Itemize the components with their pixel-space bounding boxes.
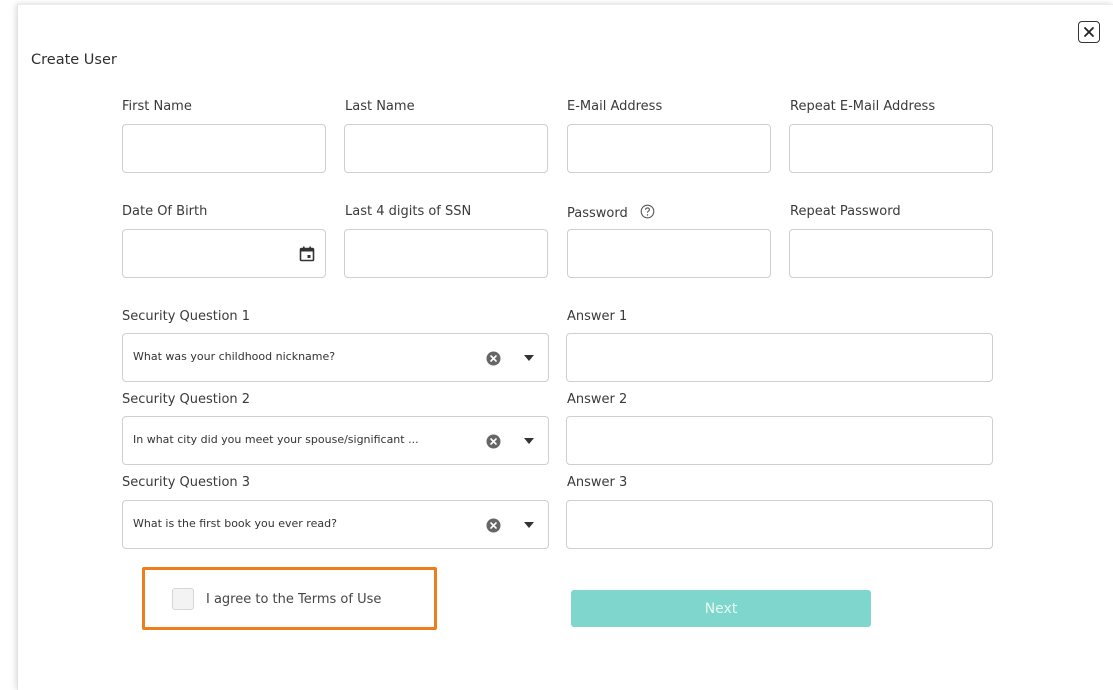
dob-input[interactable] <box>122 229 326 278</box>
security-question-2-select[interactable]: In what city did you meet your spouse/si… <box>122 416 549 465</box>
email-input[interactable] <box>567 124 771 173</box>
security-question-1-select[interactable]: What was your childhood nickname? <box>122 333 549 382</box>
email-label: E-Mail Address <box>567 99 663 114</box>
last-name-label: Last Name <box>345 99 415 114</box>
repeat-email-label: Repeat E-Mail Address <box>790 99 936 114</box>
security-question-2-label: Security Question 2 <box>122 392 251 407</box>
repeat-password-input[interactable] <box>789 229 993 278</box>
close-button[interactable] <box>1078 21 1100 43</box>
security-question-1-value: What was your childhood nickname? <box>133 350 336 363</box>
repeat-password-label: Repeat Password <box>790 204 901 219</box>
repeat-email-input[interactable] <box>789 124 993 173</box>
security-question-3-label: Security Question 3 <box>122 475 251 490</box>
answer-3-input[interactable] <box>566 500 993 549</box>
last-name-input[interactable] <box>344 124 548 173</box>
chevron-down-icon[interactable] <box>524 355 534 361</box>
clear-icon[interactable] <box>486 351 501 366</box>
ssn-label: Last 4 digits of SSN <box>345 204 472 219</box>
security-question-3-value: What is the first book you ever read? <box>133 517 337 530</box>
answer-2-input[interactable] <box>566 416 993 465</box>
terms-checkbox[interactable] <box>172 588 194 610</box>
dob-label: Date Of Birth <box>122 204 208 219</box>
chevron-down-icon[interactable] <box>524 522 534 528</box>
calendar-icon[interactable] <box>299 246 315 262</box>
answer-1-label: Answer 1 <box>567 309 628 324</box>
password-input[interactable] <box>567 229 771 278</box>
password-label: Password <box>567 206 628 221</box>
terms-label[interactable]: I agree to the Terms of Use <box>206 592 381 607</box>
close-icon <box>1084 27 1094 37</box>
answer-2-label: Answer 2 <box>567 392 628 407</box>
answer-1-input[interactable] <box>566 333 993 382</box>
next-button[interactable]: Next <box>571 590 871 627</box>
security-question-2-value: In what city did you meet your spouse/si… <box>133 433 419 446</box>
modal-title: Create User <box>31 52 117 68</box>
ssn-input[interactable] <box>344 229 548 278</box>
first-name-label: First Name <box>122 99 192 114</box>
security-question-1-label: Security Question 1 <box>122 309 251 324</box>
answer-3-label: Answer 3 <box>567 475 628 490</box>
terms-highlight: I agree to the Terms of Use <box>142 567 437 630</box>
chevron-down-icon[interactable] <box>524 438 534 444</box>
clear-icon[interactable] <box>486 434 501 449</box>
password-label-wrap: Password <box>567 204 655 221</box>
clear-icon[interactable] <box>486 518 501 533</box>
security-question-3-select[interactable]: What is the first book you ever read? <box>122 500 549 549</box>
first-name-input[interactable] <box>122 124 326 173</box>
help-circle-icon[interactable] <box>640 204 655 219</box>
